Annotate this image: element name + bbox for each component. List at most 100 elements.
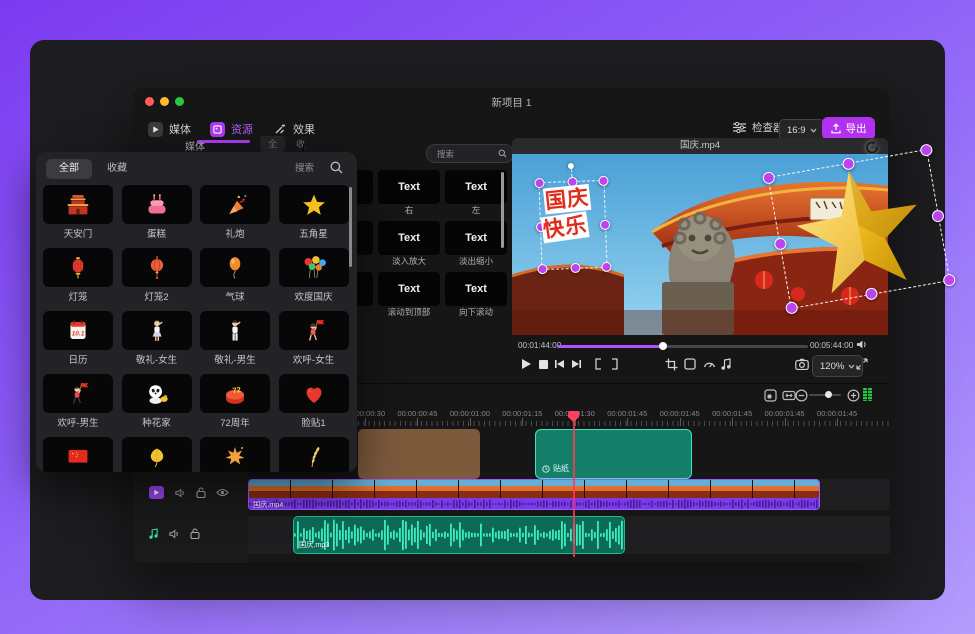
sticker-item: 敬礼-男生 <box>200 311 270 374</box>
sticker-thumbnail[interactable] <box>122 437 192 472</box>
sticker-thumbnail[interactable] <box>279 311 349 350</box>
text-preset-card[interactable]: Text <box>378 221 440 255</box>
seek-knob[interactable] <box>659 342 667 350</box>
next-frame-button[interactable] <box>568 356 584 372</box>
playhead-line[interactable] <box>573 419 575 557</box>
sticker-thumbnail[interactable]: 10.1 <box>43 311 113 350</box>
filmstrip-thumb <box>249 480 291 498</box>
tab-resources[interactable]: 资源 <box>210 118 253 140</box>
sticker-item: 欢呼-男生 <box>43 374 113 437</box>
clock-icon <box>542 465 550 473</box>
sticker-item-label: 灯笼2 <box>122 287 192 309</box>
snapshot-camera-icon[interactable] <box>794 356 810 372</box>
stop-button[interactable] <box>535 356 551 372</box>
prev-frame-button[interactable] <box>551 356 567 372</box>
sticker-tab-all[interactable]: 全部 <box>46 159 92 179</box>
text-preset-card[interactable]: Text <box>445 170 507 204</box>
sticker-thumbnail[interactable] <box>200 437 270 472</box>
star-element-selection[interactable] <box>768 149 951 309</box>
mark-out-button[interactable] <box>606 356 622 372</box>
text-preset-card[interactable]: Text <box>378 272 440 306</box>
window-title: 新项目 1 <box>133 95 890 110</box>
sticker-thumbnail[interactable] <box>122 248 192 287</box>
tab-media[interactable]: 媒体 <box>148 118 191 140</box>
sticker-tab-favorites[interactable]: 收藏 <box>94 159 140 179</box>
effects-icon <box>272 122 287 137</box>
text-preset-card[interactable]: Text <box>445 272 507 306</box>
text-search-input[interactable]: 搜索 <box>426 144 514 163</box>
fullscreen-icon[interactable] <box>854 356 870 372</box>
ruler-tick <box>837 418 838 426</box>
text-preset-card[interactable]: Text <box>445 221 507 255</box>
gold-star-element[interactable] <box>785 158 932 300</box>
text-panel-scrollbar[interactable] <box>501 172 504 248</box>
sticker-item <box>122 437 192 472</box>
svg-text:72: 72 <box>232 385 242 395</box>
audio-clip[interactable]: 国庆.mp3 <box>293 516 625 554</box>
sticker-thumbnail[interactable] <box>43 248 113 287</box>
mute-track-icon[interactable] <box>168 529 180 539</box>
media-tab-all[interactable]: 全部 <box>260 136 285 152</box>
sticker-thumbnail[interactable] <box>43 374 113 413</box>
frame-icon[interactable] <box>682 356 698 372</box>
sticker-thumbnail[interactable] <box>43 437 113 472</box>
search-icon <box>330 161 343 174</box>
text-preset-item: Text左 <box>445 170 507 219</box>
rotation-handle[interactable] <box>567 163 573 169</box>
total-time: 00:05:44:00 <box>810 341 853 350</box>
timeline-zoom-slider[interactable] <box>809 394 841 396</box>
volume-icon[interactable] <box>855 339 868 350</box>
music-note-icon[interactable] <box>718 356 734 372</box>
sticker-thumbnail[interactable] <box>122 185 192 224</box>
filmstrip-thumb <box>585 480 627 498</box>
sticker-search-input[interactable]: 搜索 <box>295 160 343 174</box>
sticker-clip-selected[interactable]: 贴纸 <box>535 429 692 479</box>
sticker-item: 欢呼-女生 <box>279 311 349 374</box>
lock-track-icon[interactable] <box>190 528 200 539</box>
ruler-timestamp: 00:00:01:15 <box>492 409 552 418</box>
media-icon <box>148 122 163 137</box>
inspector-toggle[interactable]: 检查器 <box>733 120 784 135</box>
speed-gauge-icon[interactable] <box>701 356 717 372</box>
sticker-thumbnail[interactable] <box>200 248 270 287</box>
sticker-thumbnail[interactable] <box>43 185 113 224</box>
sticker-item-label: 礼炮 <box>200 224 270 246</box>
sticker-thumbnail[interactable] <box>279 248 349 287</box>
rotate-icon[interactable] <box>863 138 882 157</box>
lock-track-icon[interactable] <box>196 487 206 498</box>
snap-icon[interactable] <box>762 387 778 403</box>
hide-track-icon[interactable] <box>216 488 229 497</box>
sticker-panel-scrollbar[interactable] <box>349 187 352 267</box>
sticker-item: 欢度国庆 <box>279 248 349 311</box>
sticker-thumbnail[interactable] <box>279 437 349 472</box>
play-button[interactable] <box>518 356 534 372</box>
sticker-item-label: 气球 <box>200 287 270 309</box>
sticker-item: 天安门 <box>43 185 113 248</box>
zoom-in-icon[interactable] <box>845 387 861 403</box>
crop-icon[interactable] <box>663 356 679 372</box>
mute-track-icon[interactable] <box>174 488 186 498</box>
overlay-clip-brown[interactable] <box>358 429 480 479</box>
ruler-timestamp: 00:00:01:45 <box>807 409 867 418</box>
export-button[interactable]: 导出 <box>822 117 875 140</box>
current-time: 00:01:44:00 <box>518 341 561 350</box>
zoom-out-icon[interactable] <box>793 387 809 403</box>
sticker-thumbnail[interactable] <box>122 374 192 413</box>
slider-knob[interactable] <box>825 391 832 398</box>
video-track-header <box>149 486 229 499</box>
text-preset-card[interactable]: Text <box>378 170 440 204</box>
sticker-thumbnail[interactable] <box>200 311 270 350</box>
video-clip[interactable]: 国庆.mp4 <box>248 479 820 510</box>
sticker-item-label: 欢呼-男生 <box>43 413 113 435</box>
sticker-thumbnail[interactable] <box>122 311 192 350</box>
text-preset-label: 淡出缩小 <box>445 255 507 268</box>
audio-meter-icon[interactable] <box>863 388 872 401</box>
mark-in-button[interactable] <box>590 356 606 372</box>
sticker-thumbnail[interactable] <box>200 185 270 224</box>
text-overlay-selection[interactable]: 国庆 快乐 <box>538 180 607 270</box>
seek-track[interactable] <box>557 345 808 348</box>
sticker-thumbnail[interactable]: 72 <box>200 374 270 413</box>
sticker-thumbnail[interactable] <box>279 185 349 224</box>
sticker-thumbnail[interactable] <box>279 374 349 413</box>
video-clip-audio-band: 国庆.mp4 <box>249 498 819 510</box>
